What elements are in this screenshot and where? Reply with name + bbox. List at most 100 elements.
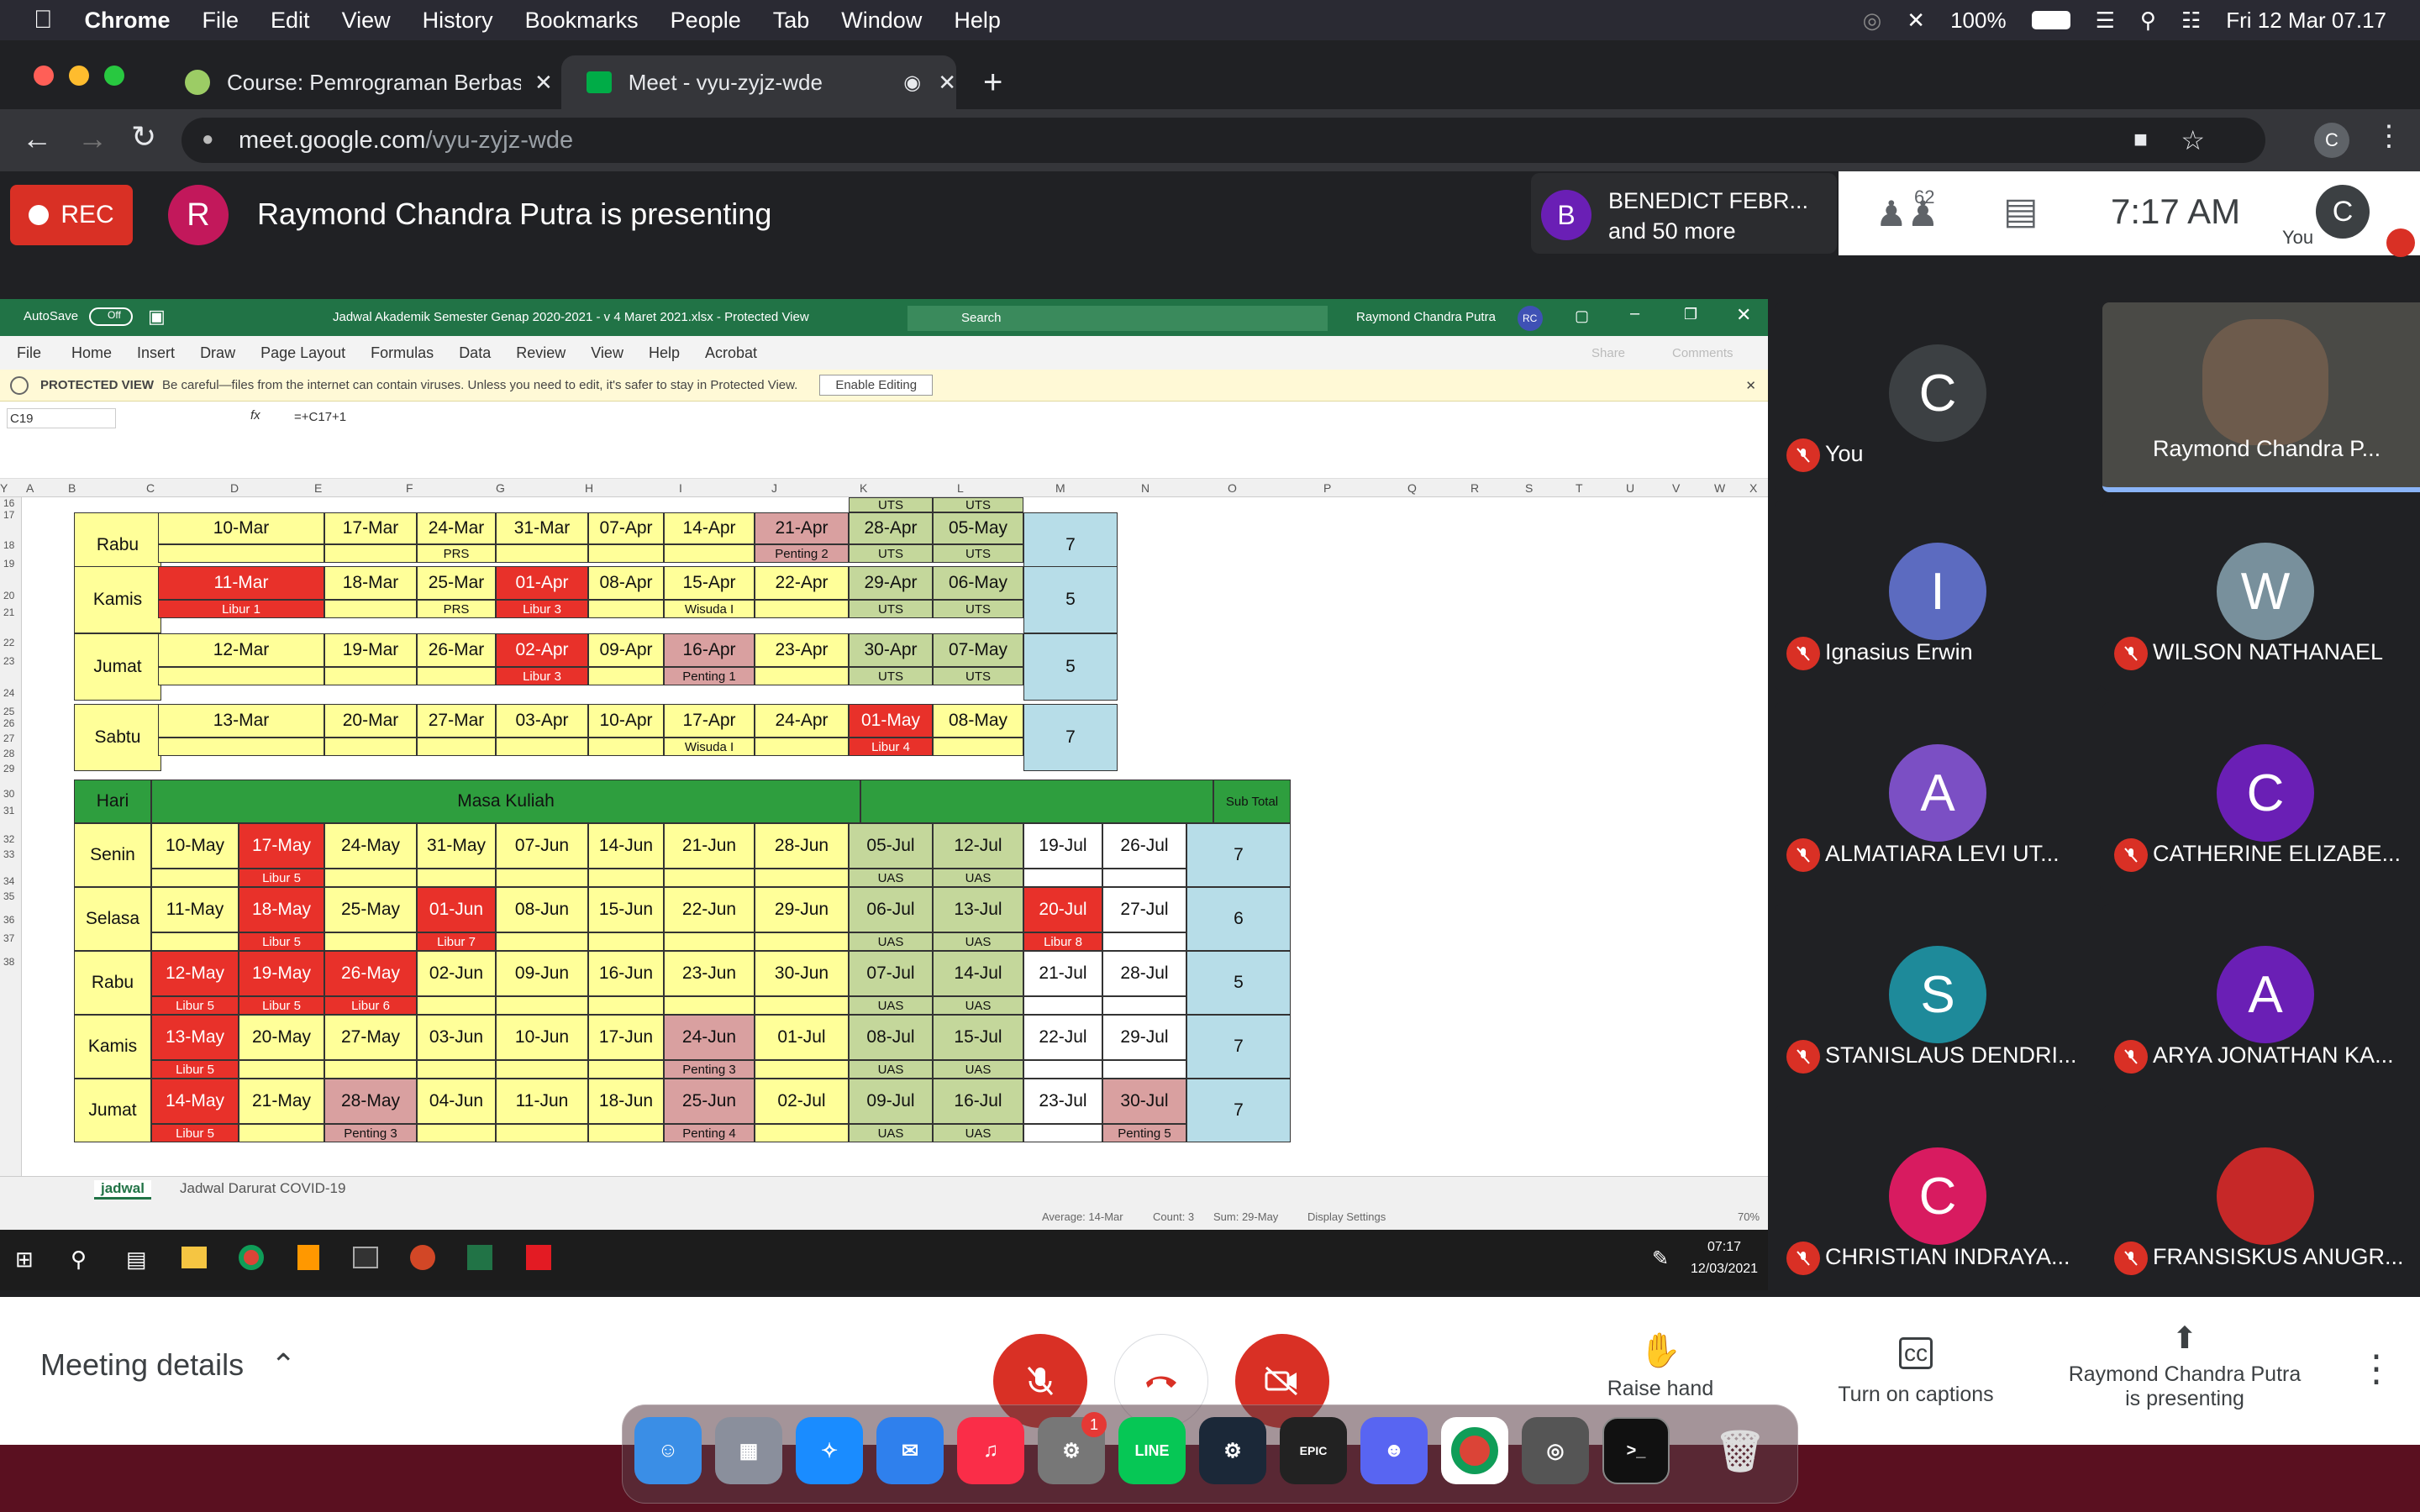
- ribbon-tab-data[interactable]: Data: [459, 344, 491, 362]
- column-header[interactable]: I: [679, 481, 682, 495]
- excel-user-avatar[interactable]: RC: [1518, 306, 1543, 331]
- date-cell[interactable]: 23-Jun: [664, 951, 755, 996]
- menu-file[interactable]: File: [203, 8, 239, 34]
- powerpoint-icon[interactable]: [410, 1245, 435, 1270]
- date-cell[interactable]: 16-Jul: [933, 1079, 1023, 1124]
- chrome-dock-icon[interactable]: [1441, 1417, 1508, 1484]
- date-cell[interactable]: 11-May: [151, 887, 239, 932]
- address-bar[interactable]: ● meet.google.com/vyu-zyjz-wde ■ ☆: [182, 118, 2265, 163]
- column-header[interactable]: G: [496, 481, 505, 495]
- row-header[interactable]: 25: [3, 706, 14, 717]
- pen-icon[interactable]: ✎: [1652, 1247, 1669, 1271]
- excel-close-icon[interactable]: ✕: [1736, 304, 1751, 326]
- worksheet-grid[interactable]: Rabu 10-Mar 17-Mar 24-Mar PRS 31-Mar 07-Apr 14-…: [0, 497, 1768, 1176]
- note-cell[interactable]: [324, 667, 417, 685]
- date-cell[interactable]: 27-May: [324, 1015, 417, 1060]
- terminal-taskbar-icon[interactable]: [353, 1247, 378, 1268]
- note-cell[interactable]: UAS: [933, 932, 1023, 951]
- raise-hand-button[interactable]: ✋ Raise hand: [1602, 1331, 1719, 1401]
- new-tab-button[interactable]: +: [983, 64, 1002, 102]
- row-header[interactable]: 22: [3, 637, 14, 648]
- date-cell[interactable]: 21-Jun: [664, 823, 755, 869]
- date-cell[interactable]: 09-Jul: [849, 1079, 933, 1124]
- date-cell[interactable]: 23-Apr: [755, 633, 849, 667]
- note-cell[interactable]: [755, 738, 849, 756]
- ribbon-tab-draw[interactable]: Draw: [200, 344, 235, 362]
- camera-in-use-icon[interactable]: ■: [2133, 126, 2148, 153]
- participant-tile[interactable]: C CHRISTIAN INDRAYA...: [1775, 1105, 2101, 1295]
- date-cell[interactable]: 16-Apr: [664, 633, 755, 667]
- column-header[interactable]: L: [957, 481, 964, 495]
- participant-tile[interactable]: I Ignasius Erwin: [1775, 501, 2101, 690]
- column-header[interactable]: R: [1470, 481, 1479, 495]
- date-cell[interactable]: 05-May: [933, 512, 1023, 544]
- date-cell[interactable]: 10-May: [151, 823, 239, 869]
- note-cell[interactable]: UTS: [849, 667, 933, 685]
- date-cell[interactable]: 06-May: [933, 566, 1023, 600]
- trash-icon[interactable]: 🗑: [1707, 1417, 1774, 1484]
- row-header[interactable]: 24: [3, 687, 14, 699]
- note-cell[interactable]: [1023, 996, 1102, 1015]
- acrobat-icon[interactable]: [526, 1245, 551, 1270]
- excel-search-box[interactable]: Search: [908, 306, 1328, 331]
- date-cell[interactable]: 20-Mar: [324, 704, 417, 738]
- column-header[interactable]: K: [860, 481, 867, 495]
- minimize-window-button[interactable]: [69, 66, 89, 86]
- date-cell[interactable]: 09-Apr: [588, 633, 664, 667]
- date-cell[interactable]: 14-Apr: [664, 512, 755, 544]
- column-header[interactable]: W: [1714, 481, 1725, 495]
- table-header[interactable]: Sub Total: [1213, 780, 1291, 823]
- note-cell[interactable]: [664, 932, 755, 951]
- column-header[interactable]: E: [314, 481, 322, 495]
- total-cell[interactable]: 7: [1186, 1079, 1291, 1142]
- date-cell[interactable]: 01-Jul: [755, 1015, 849, 1060]
- date-cell[interactable]: 22-Jul: [1023, 1015, 1102, 1060]
- note-cell[interactable]: Libur 5: [151, 996, 239, 1015]
- row-header[interactable]: 32: [3, 833, 14, 845]
- active-speaker-card[interactable]: B BENEDICT FEBR... and 50 more: [1531, 173, 1837, 254]
- profile-avatar[interactable]: C: [2314, 123, 2349, 158]
- note-cell[interactable]: [496, 996, 588, 1015]
- steam-icon[interactable]: ⚙: [1199, 1417, 1266, 1484]
- date-cell[interactable]: 29-Apr: [849, 566, 933, 600]
- date-cell[interactable]: 18-Jun: [588, 1079, 664, 1124]
- windows-search-icon[interactable]: ⚲: [71, 1247, 87, 1273]
- date-cell[interactable]: 29-Jun: [755, 887, 849, 932]
- note-cell[interactable]: [158, 667, 324, 685]
- date-cell[interactable]: 21-Apr: [755, 512, 849, 544]
- date-cell[interactable]: 01-Apr: [496, 566, 588, 600]
- date-cell[interactable]: 16-Jun: [588, 951, 664, 996]
- date-cell[interactable]: 25-May: [324, 887, 417, 932]
- total-cell[interactable]: 5: [1023, 633, 1118, 701]
- safari-icon[interactable]: ✧: [796, 1417, 863, 1484]
- column-header[interactable]: M: [1055, 481, 1065, 495]
- note-cell[interactable]: [324, 738, 417, 756]
- epic-games-icon[interactable]: EPIC: [1280, 1417, 1347, 1484]
- column-header[interactable]: X: [1749, 481, 1757, 495]
- note-cell[interactable]: [588, 1124, 664, 1142]
- date-cell[interactable]: 20-Jul: [1023, 887, 1102, 932]
- note-cell[interactable]: UTS: [933, 600, 1023, 618]
- date-cell[interactable]: 31-May: [417, 823, 496, 869]
- column-header[interactable]: O: [1228, 481, 1237, 495]
- date-cell[interactable]: 18-May: [239, 887, 324, 932]
- row-header[interactable]: 16: [3, 497, 14, 509]
- note-cell[interactable]: Penting 4: [664, 1124, 755, 1142]
- note-cell[interactable]: Libur 5: [239, 996, 324, 1015]
- close-window-button[interactable]: [34, 66, 54, 86]
- terminal-dock-icon[interactable]: >_: [1602, 1417, 1670, 1484]
- note-cell[interactable]: [588, 600, 664, 618]
- music-icon[interactable]: ♫: [957, 1417, 1024, 1484]
- column-header[interactable]: Q: [1407, 481, 1417, 495]
- note-cell[interactable]: Penting 3: [664, 1060, 755, 1079]
- date-cell[interactable]: 26-May: [324, 951, 417, 996]
- spotlight-search-icon[interactable]: ⚲: [2140, 8, 2156, 34]
- day-label[interactable]: Selasa: [74, 887, 151, 951]
- close-protected-bar-icon[interactable]: ✕: [1745, 378, 1756, 393]
- note-cell[interactable]: [239, 1060, 324, 1079]
- note-cell[interactable]: [417, 996, 496, 1015]
- date-cell[interactable]: 29-Jul: [1102, 1015, 1186, 1060]
- note-cell[interactable]: [755, 600, 849, 618]
- date-cell[interactable]: 17-Mar: [324, 512, 417, 544]
- day-label[interactable]: Kamis: [74, 566, 161, 633]
